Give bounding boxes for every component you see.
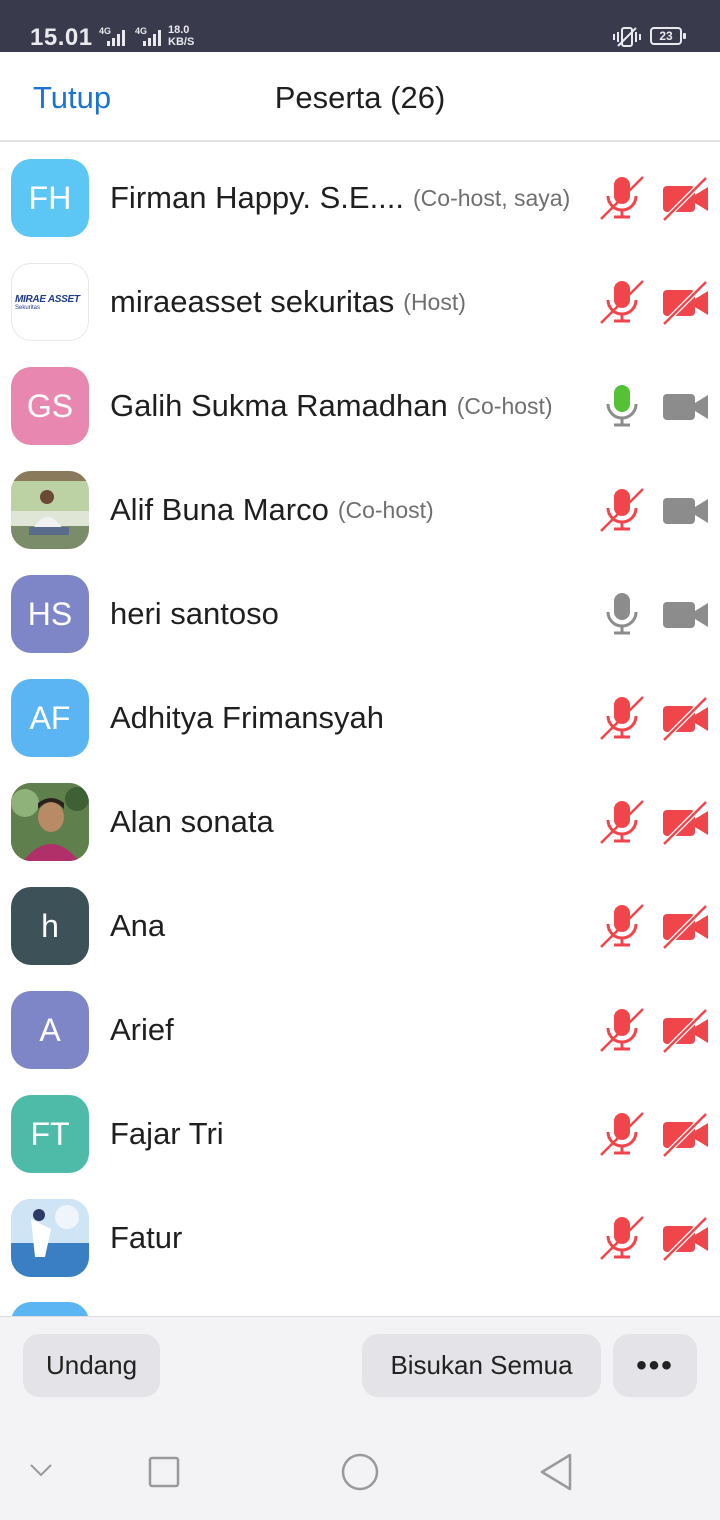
footer-toolbar: Undang Bisukan Semua ••• <box>0 1316 720 1420</box>
avatar: FH <box>11 159 89 237</box>
mic-muted-icon[interactable] <box>598 1006 646 1054</box>
participant-role: (Co-host, saya) <box>413 184 571 211</box>
avatar-logo: MIRAE ASSET Sekuritas <box>11 263 89 341</box>
mic-muted-icon[interactable] <box>598 486 646 534</box>
home-circle-icon[interactable] <box>340 1452 380 1492</box>
participant-row[interactable]: AF Adhitya Frimansyah <box>0 666 720 770</box>
avatar: GS <box>11 367 89 445</box>
participant-row[interactable]: FT Fajar Tri <box>0 1082 720 1186</box>
status-bar: 15.01 4G 4G 18.0 KB/S 23 <box>0 0 720 52</box>
video-off-icon[interactable] <box>660 1110 710 1158</box>
battery-indicator: 23 <box>650 27 686 45</box>
participant-row[interactable]: HS heri santoso <box>0 562 720 666</box>
network-speed: 18.0 KB/S <box>168 24 195 48</box>
avatar: HS <box>11 575 89 653</box>
video-off-icon[interactable] <box>660 1214 710 1262</box>
page-title: Peserta (26) <box>274 80 446 115</box>
participant-name: Galih Sukma Ramadhan <box>110 388 448 423</box>
mic-muted-icon[interactable] <box>598 902 646 950</box>
video-off-icon[interactable] <box>660 798 710 846</box>
system-navigation-bar <box>0 1420 720 1520</box>
participant-row[interactable]: Alan sonata <box>0 770 720 874</box>
participant-row[interactable]: FH Firman Happy. S.E.... (Co-host, saya) <box>0 146 720 250</box>
participant-name: heri santoso <box>110 596 279 631</box>
video-on-icon[interactable] <box>660 382 710 430</box>
participant-name: Alan sonata <box>110 804 274 839</box>
vibrate-icon <box>613 27 641 47</box>
video-on-icon[interactable] <box>660 590 710 638</box>
participant-role: (Host) <box>403 288 466 315</box>
mic-unmuted-icon[interactable] <box>598 590 646 638</box>
participant-role: (Co-host) <box>337 496 434 523</box>
participant-name: Arief <box>110 1012 174 1047</box>
mute-all-button[interactable]: Bisukan Semua <box>362 1334 601 1397</box>
participant-row[interactable]: Fatur <box>0 1186 720 1290</box>
participant-row[interactable]: A Arief <box>0 978 720 1082</box>
mic-muted-icon[interactable] <box>598 1110 646 1158</box>
recents-square-icon[interactable] <box>148 1456 180 1488</box>
mic-muted-icon[interactable] <box>598 174 646 222</box>
participant-name: Adhitya Frimansyah <box>110 700 384 735</box>
avatar: FT <box>11 1095 89 1173</box>
chevron-down-icon[interactable] <box>28 1460 54 1480</box>
participant-role: (Co-host) <box>456 392 553 419</box>
video-off-icon[interactable] <box>660 278 710 326</box>
participant-list[interactable]: FH Firman Happy. S.E.... (Co-host, saya)… <box>0 146 720 1316</box>
avatar-partial <box>11 1302 89 1316</box>
video-on-icon[interactable] <box>660 486 710 534</box>
video-off-icon[interactable] <box>660 902 710 950</box>
status-time: 15.01 <box>30 24 93 51</box>
avatar-photo <box>11 1199 89 1277</box>
video-off-icon[interactable] <box>660 1006 710 1054</box>
mic-muted-icon[interactable] <box>598 798 646 846</box>
invite-button[interactable]: Undang <box>23 1334 160 1397</box>
mic-muted-icon[interactable] <box>598 1214 646 1262</box>
mic-muted-icon[interactable] <box>598 278 646 326</box>
more-options-button[interactable]: ••• <box>613 1334 697 1397</box>
participant-name: Fatur <box>110 1220 183 1255</box>
back-triangle-icon[interactable] <box>538 1452 574 1492</box>
participant-row[interactable]: Alif Buna Marco (Co-host) <box>0 458 720 562</box>
participant-row[interactable]: GS Galih Sukma Ramadhan (Co-host) <box>0 354 720 458</box>
participant-name: miraeasset sekuritas <box>110 284 395 319</box>
participant-name: Ana <box>110 908 166 943</box>
video-off-icon[interactable] <box>660 174 710 222</box>
video-off-icon[interactable] <box>660 694 710 742</box>
mic-muted-icon[interactable] <box>598 694 646 742</box>
participant-name: Fajar Tri <box>110 1116 224 1151</box>
avatar: AF <box>11 679 89 757</box>
avatar-photo <box>11 783 89 861</box>
participant-name: Firman Happy. S.E.... <box>110 180 405 215</box>
avatar: h <box>11 887 89 965</box>
avatar: A <box>11 991 89 1069</box>
participant-row[interactable]: MIRAE ASSET Sekuritas miraeasset sekurit… <box>0 250 720 354</box>
participant-row[interactable]: h Ana <box>0 874 720 978</box>
avatar-photo <box>11 471 89 549</box>
participant-name: Alif Buna Marco <box>110 492 329 527</box>
header: Tutup Peserta (26) <box>0 52 720 142</box>
mic-speaking-icon[interactable] <box>598 382 646 430</box>
